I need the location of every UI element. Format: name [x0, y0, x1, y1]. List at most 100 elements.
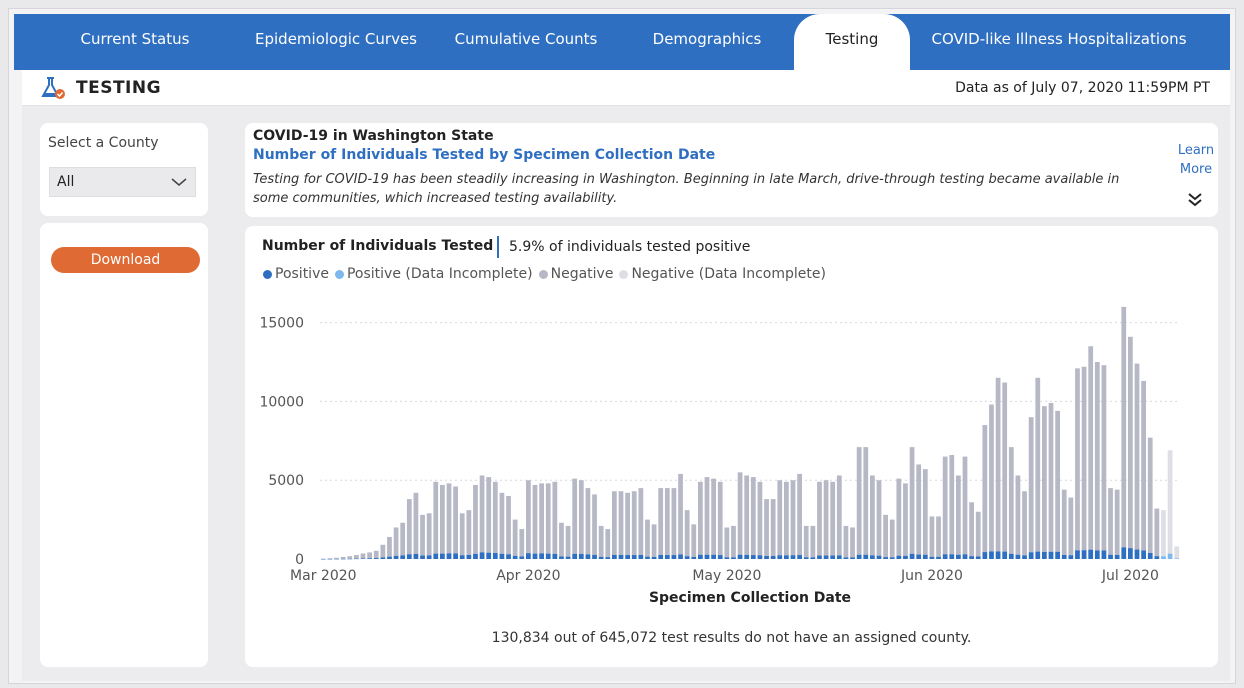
positive-bar: [889, 557, 895, 559]
positive-bar: [929, 556, 935, 559]
negative-bar: [1121, 306, 1127, 548]
positive-bar: [1101, 550, 1107, 559]
negative-bar: [817, 481, 822, 556]
positive-bar: [664, 555, 670, 559]
tab-epidemiologic-curves[interactable]: Epidemiologic Curves: [246, 14, 426, 70]
positive-bar: [1002, 551, 1008, 559]
negative-bar: [354, 555, 359, 559]
positive-bar: [830, 555, 836, 559]
positive-bar: [506, 554, 511, 559]
negative-bar: [777, 480, 783, 556]
negative-bar: [1114, 489, 1120, 555]
negative-bar: [995, 377, 1001, 552]
negative-bar: [1008, 447, 1014, 554]
negative-bar: [1002, 382, 1008, 552]
negative-bar: [631, 491, 637, 556]
y-tick-label: 10000: [259, 394, 304, 410]
negative-bar: [1022, 491, 1027, 556]
legend-label: Positive (Data Incomplete): [346, 266, 533, 282]
positive-bar: [942, 554, 948, 559]
negative-bar: [532, 484, 538, 554]
negative-bar: [426, 513, 432, 556]
negative-bar: [1075, 368, 1080, 551]
positive-bar: [598, 556, 604, 559]
negative-bar: [367, 552, 372, 559]
negative-bar: [552, 481, 558, 554]
legend-item-negative-incomplete[interactable]: Negative (Data Incomplete): [619, 266, 826, 282]
negative-bar: [327, 558, 333, 559]
positive-bar: [426, 555, 432, 559]
x-axis-label: Specimen Collection Date: [649, 590, 851, 606]
negative-bar: [1128, 336, 1133, 549]
negative-bar: [539, 483, 544, 554]
positive-bar: [671, 555, 677, 559]
negative-bar: [942, 456, 948, 555]
positive-bar: [856, 554, 862, 559]
positive-bar: [995, 551, 1001, 559]
negative-bar: [744, 475, 750, 555]
county-select[interactable]: All: [49, 167, 196, 197]
positive-bar: [492, 553, 498, 559]
positive-bar: [393, 555, 399, 559]
positive-bar: [903, 555, 908, 559]
negative-bar: [737, 472, 743, 555]
negative-bar: [473, 484, 478, 554]
legend-item-positive-incomplete[interactable]: Positive (Data Incomplete): [334, 266, 533, 282]
negative-bar: [512, 519, 518, 556]
positive-bar: [354, 558, 359, 560]
positive-bar: [962, 554, 968, 559]
positive-bar: [373, 558, 379, 559]
download-button[interactable]: Download: [51, 247, 200, 273]
legend-item-positive[interactable]: Positive: [263, 266, 329, 282]
positive-bar: [387, 556, 392, 559]
double-chevron-down-icon[interactable]: [1185, 190, 1205, 210]
tab-current-status[interactable]: Current Status: [60, 14, 210, 70]
positive-bar: [810, 557, 816, 559]
negative-bar: [638, 488, 644, 555]
positive-bar: [1174, 558, 1180, 559]
positive-bar: [836, 555, 842, 559]
negative-bar: [784, 481, 789, 556]
legend-item-negative[interactable]: Negative: [538, 266, 613, 282]
positive-bar: [459, 555, 465, 559]
negative-bar: [1154, 508, 1160, 557]
negative-bar: [1147, 437, 1153, 554]
learn-more-link[interactable]: Learn More: [1177, 141, 1215, 179]
negative-bar: [658, 488, 664, 555]
positive-bar: [347, 558, 353, 560]
tab-covid-like-illness-hospitalizations[interactable]: COVID-like Illness Hospitalizations: [919, 14, 1199, 70]
negative-bar: [400, 522, 406, 556]
negative-bar: [393, 527, 399, 556]
tab-demographics[interactable]: Demographics: [637, 14, 777, 70]
negative-bar: [1174, 546, 1180, 559]
negative-bar: [724, 527, 730, 558]
positive-bar: [1061, 554, 1067, 559]
positive-bar: [1008, 553, 1014, 559]
positive-bar: [1081, 550, 1087, 559]
positive-bar: [400, 555, 406, 559]
tab-testing[interactable]: Testing: [794, 14, 910, 70]
positive-bar: [539, 553, 544, 559]
negative-bar: [651, 524, 657, 557]
positive-bar: [499, 553, 505, 559]
positive-bar: [1015, 554, 1021, 559]
negative-bar: [559, 522, 564, 557]
negative-bar: [883, 514, 888, 558]
x-tick-label: Jun 2020: [900, 568, 963, 584]
positive-bar: [380, 557, 386, 559]
negative-bar: [896, 478, 902, 556]
positive-bar: [757, 555, 763, 559]
negative-bar: [1094, 362, 1100, 551]
negative-bar: [347, 556, 353, 559]
title-separator: [497, 236, 499, 258]
positive-bar: [764, 556, 769, 559]
positive-bar: [850, 557, 855, 559]
positive-bar: [989, 551, 994, 559]
positive-bar: [982, 552, 988, 559]
positive-bar: [731, 557, 736, 559]
positive-bar: [1088, 549, 1094, 559]
positive-bar: [612, 554, 617, 559]
positive-bar: [1108, 554, 1113, 559]
negative-bar: [605, 529, 611, 558]
tab-cumulative-counts[interactable]: Cumulative Counts: [446, 14, 606, 70]
